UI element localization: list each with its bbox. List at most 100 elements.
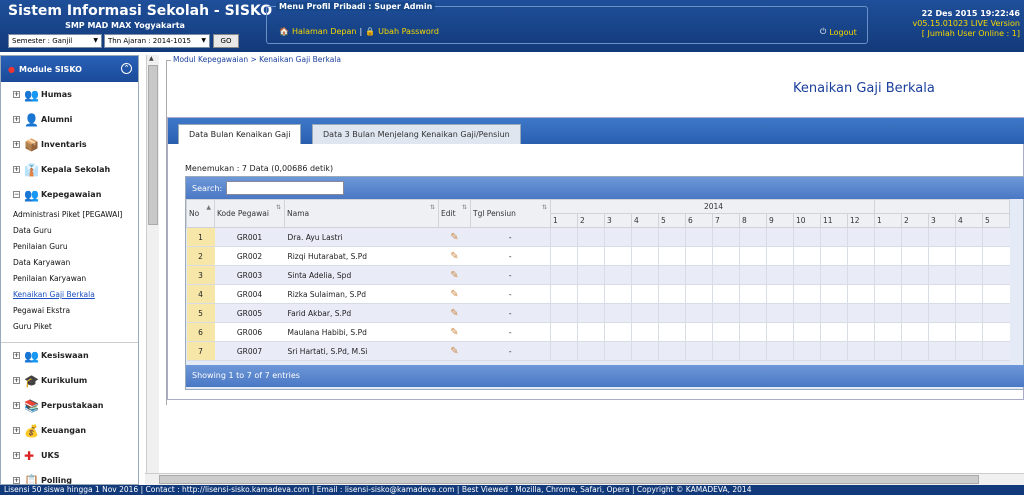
expand-icon[interactable]: + (13, 166, 20, 173)
month-cell (820, 341, 848, 361)
edit-cell[interactable]: ✎ (438, 284, 471, 304)
month-cell (631, 284, 659, 304)
edit-icon[interactable]: ✎ (450, 289, 458, 300)
month-cell (550, 265, 578, 285)
edit-icon[interactable]: ✎ (450, 270, 458, 281)
sidebar-item-penilaian-karyawan[interactable]: Penilaian Karyawan (1, 271, 138, 287)
sidebar-item-polling[interactable]: + 📋 Polling (1, 468, 138, 484)
row-nama: Sinta Adelia, Spd (284, 265, 439, 285)
month-cell (982, 246, 1010, 266)
col-no[interactable]: No ▲ (186, 199, 215, 228)
tahun-ajaran-select[interactable]: Thn Ajaran : 2014-1015 ▼ (104, 34, 210, 48)
sidebar: ● Module SISKO ⌃ + 👥 Humas + 👤 Alumni + 📦 Inve… (0, 55, 139, 485)
expand-icon[interactable]: + (13, 141, 20, 148)
sidebar-item-kepegawaian[interactable]: − 👥 Kepegawaian (1, 182, 138, 207)
month-col: 12 (847, 213, 875, 228)
row-tgl-pensiun: - (470, 265, 551, 285)
month-cell (604, 284, 632, 304)
sidebar-item-penilaian-guru[interactable]: Penilaian Guru (1, 239, 138, 255)
row-kode: GR002 (214, 246, 285, 266)
sidebar-item-data-guru[interactable]: Data Guru (1, 223, 138, 239)
row-no: 4 (186, 284, 215, 304)
edit-cell[interactable]: ✎ (438, 265, 471, 285)
sort-icon: ⇅ (461, 204, 467, 211)
sidebar-item-humas[interactable]: + 👥 Humas (1, 82, 138, 107)
semester-select[interactable]: Semester : Ganjil ▼ (8, 34, 102, 48)
sidebar-item-keuangan[interactable]: + 💰 Keuangan (1, 418, 138, 443)
lock-icon: 🔒 (365, 27, 376, 36)
expand-icon[interactable]: + (13, 377, 20, 384)
sidebar-item-alumni[interactable]: + 👤 Alumni (1, 107, 138, 132)
row-nama: Dra. Ayu Lastri (284, 227, 439, 247)
row-nama: Rizka Sulaiman, S.Pd (284, 284, 439, 304)
month-cell (874, 265, 902, 285)
edit-cell[interactable]: ✎ (438, 246, 471, 266)
logout-link[interactable]: ⏻ Logout (820, 27, 857, 37)
row-no: 3 (186, 265, 215, 285)
col-edit[interactable]: Edit ⇅ (438, 199, 471, 228)
horizontal-scrollbar[interactable] (145, 473, 1024, 485)
scroll-thumb[interactable] (159, 475, 979, 484)
tab-data-bulan-kenaikan-gaji[interactable]: Data Bulan Kenaikan Gaji (178, 124, 302, 144)
edit-cell[interactable]: ✎ (438, 322, 471, 342)
col-tgl-pensiun[interactable]: Tgl Pensiun ⇅ (470, 199, 551, 228)
edit-icon[interactable]: ✎ (450, 346, 458, 357)
tab-data-3-bulan[interactable]: Data 3 Bulan Menjelang Kenaikan Gaji/Pen… (312, 124, 521, 144)
sidebar-item-guru-piket[interactable]: Guru Piket (1, 319, 138, 335)
halaman-depan-link[interactable]: Halaman Depan (292, 27, 356, 36)
month-cell (658, 227, 686, 247)
sidebar-item-perpustakaan[interactable]: + 📚 Perpustakaan (1, 393, 138, 418)
edit-cell[interactable]: ✎ (438, 303, 471, 323)
expand-icon[interactable]: + (13, 352, 20, 359)
sidebar-item-kurikulum[interactable]: + 🎓 Kurikulum (1, 368, 138, 393)
scroll-thumb[interactable] (148, 65, 158, 225)
vertical-scrollbar[interactable]: ▲ (146, 55, 159, 485)
month-cell (901, 246, 929, 266)
sidebar-item-kepala-sekolah[interactable]: + 👔 Kepala Sekolah (1, 157, 138, 182)
month-cell (955, 322, 983, 342)
collapse-icon[interactable]: ⌃ (121, 63, 132, 74)
sidebar-item-administrasi-piket[interactable]: Administrasi Piket [PEGAWAI] (1, 207, 138, 223)
expand-icon[interactable]: + (13, 116, 20, 123)
sidebar-item-pegawai-ekstra[interactable]: Pegawai Ekstra (1, 303, 138, 319)
month-cell (658, 246, 686, 266)
row-kode: GR004 (214, 284, 285, 304)
month-cell (685, 322, 713, 342)
sidebar-item-kenaikan-gaji-berkala[interactable]: Kenaikan Gaji Berkala (1, 287, 138, 303)
edit-icon[interactable]: ✎ (450, 251, 458, 262)
expand-icon[interactable]: + (13, 427, 20, 434)
breadcrumb[interactable]: Modul Kepegawaian > Kenaikan Gaji Berkal… (173, 55, 341, 64)
sidebar-item-data-karyawan[interactable]: Data Karyawan (1, 255, 138, 271)
row-no: 6 (186, 322, 215, 342)
row-tgl-pensiun: - (470, 341, 551, 361)
principal-icon: 👔 (24, 162, 39, 177)
sidebar-item-kesiswaan[interactable]: + 👥 Kesiswaan (1, 343, 138, 368)
power-icon: ⏻ (820, 27, 827, 36)
month-cell (793, 227, 821, 247)
go-button[interactable]: GO (213, 34, 239, 48)
table-row: 2 GR002 Rizqi Hutarabat, S.Pd ✎ - (186, 246, 1010, 266)
month-col: 10 (793, 213, 821, 228)
col-nama[interactable]: Nama ⇅ (284, 199, 439, 228)
edit-icon[interactable]: ✎ (450, 327, 458, 338)
table-row: 4 GR004 Rizka Sulaiman, S.Pd ✎ - (186, 284, 1010, 304)
sidebar-header: ● Module SISKO ⌃ (1, 56, 138, 82)
edit-icon[interactable]: ✎ (450, 308, 458, 319)
sidebar-item-inventaris[interactable]: + 📦 Inventaris (1, 132, 138, 157)
edit-cell[interactable]: ✎ (438, 341, 471, 361)
search-input[interactable] (226, 181, 345, 195)
expand-icon[interactable]: + (13, 91, 20, 98)
col-kode-pegawai[interactable]: Kode Pegawai ⇅ (214, 199, 285, 228)
expand-icon[interactable]: + (13, 452, 20, 459)
row-tgl-pensiun: - (470, 284, 551, 304)
sidebar-item-uks[interactable]: + ✚ UKS (1, 443, 138, 468)
expand-icon[interactable]: + (13, 402, 20, 409)
edit-icon[interactable]: ✎ (450, 232, 458, 243)
edit-cell[interactable]: ✎ (438, 227, 471, 247)
month-cell (874, 246, 902, 266)
scroll-up-icon[interactable]: ▲ (149, 55, 154, 62)
ubah-password-link[interactable]: Ubah Password (378, 27, 439, 36)
month-cell (739, 265, 767, 285)
collapse-icon[interactable]: − (13, 191, 20, 198)
expand-icon[interactable]: + (13, 477, 20, 484)
